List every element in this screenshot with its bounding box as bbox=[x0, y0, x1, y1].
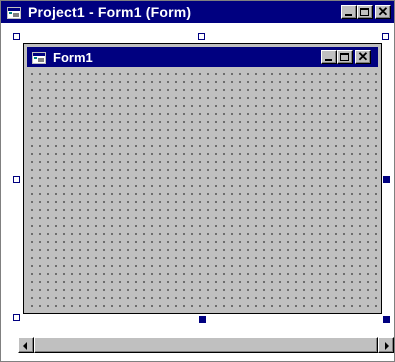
resize-handle-left[interactable] bbox=[13, 176, 20, 183]
form1-maximize-button[interactable] bbox=[337, 50, 353, 64]
form-window-icon bbox=[32, 51, 46, 64]
form1-window[interactable]: Form1 ✕ bbox=[23, 43, 382, 314]
resize-handle-top-left[interactable] bbox=[13, 33, 20, 40]
scroll-right-button[interactable] bbox=[378, 337, 394, 353]
arrow-right-icon bbox=[385, 342, 389, 350]
resize-handle-bottom-left[interactable] bbox=[13, 314, 20, 321]
minimize-icon bbox=[345, 14, 352, 16]
resize-handle-top[interactable] bbox=[198, 33, 205, 40]
resize-handle-bottom[interactable] bbox=[199, 316, 206, 323]
close-icon: ✕ bbox=[357, 49, 369, 64]
form-window-icon bbox=[7, 6, 21, 19]
horizontal-scrollbar[interactable] bbox=[18, 337, 394, 353]
maximize-icon bbox=[360, 8, 369, 16]
minimize-icon bbox=[325, 59, 332, 61]
close-icon: ✕ bbox=[377, 4, 389, 19]
resize-handle-right[interactable] bbox=[383, 176, 390, 183]
form1-design-grid[interactable] bbox=[27, 69, 378, 311]
close-button[interactable]: ✕ bbox=[375, 5, 391, 19]
maximize-icon bbox=[340, 53, 349, 61]
scroll-left-button[interactable] bbox=[18, 337, 34, 353]
form1-close-button[interactable]: ✕ bbox=[355, 50, 371, 64]
designer-window: Project1 - Form1 (Form) ✕ Form1 ✕ bbox=[0, 0, 395, 362]
resize-handle-bottom-right[interactable] bbox=[383, 316, 390, 323]
arrow-left-icon bbox=[23, 342, 27, 350]
form1-title-bar[interactable]: Form1 ✕ bbox=[27, 47, 378, 67]
form1-minimize-button[interactable] bbox=[321, 50, 337, 64]
designer-title-bar[interactable]: Project1 - Form1 (Form) ✕ bbox=[1, 1, 394, 23]
form1-title: Form1 bbox=[53, 50, 93, 65]
designer-title: Project1 - Form1 (Form) bbox=[28, 4, 192, 20]
maximize-button[interactable] bbox=[357, 5, 373, 19]
minimize-button[interactable] bbox=[341, 5, 357, 19]
resize-handle-top-right[interactable] bbox=[382, 33, 389, 40]
scroll-thumb[interactable] bbox=[34, 337, 378, 353]
